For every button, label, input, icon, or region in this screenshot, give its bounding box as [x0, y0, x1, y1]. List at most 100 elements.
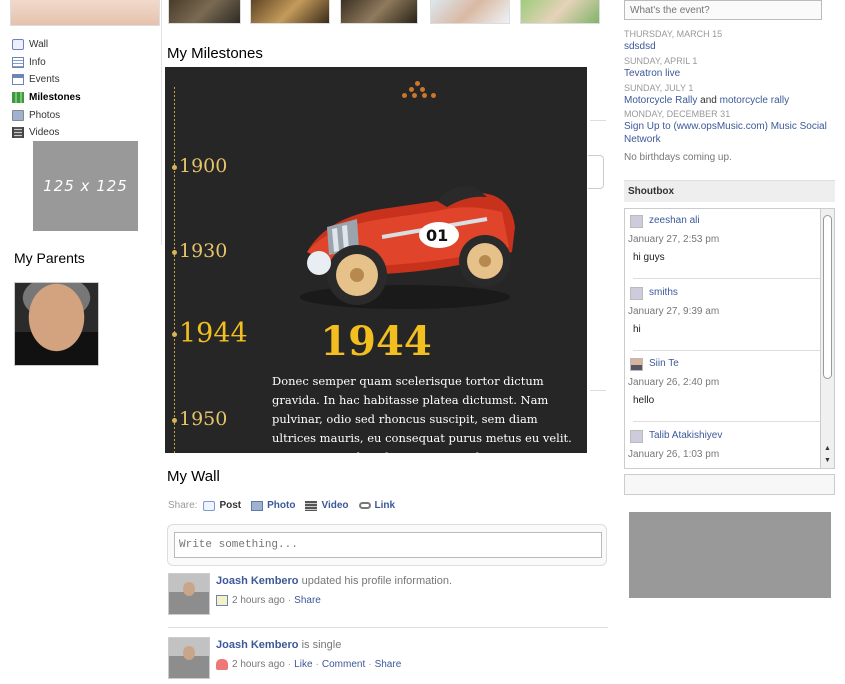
share-bar: Share: Post Photo Video Link [168, 500, 405, 511]
timeline-year[interactable]: 1950 [172, 408, 227, 430]
avatar[interactable] [168, 573, 210, 615]
share-photo-button[interactable]: Photo [251, 500, 295, 511]
event-link[interactable]: motorcycle rally [720, 95, 789, 106]
nav-item-wall[interactable]: Wall [12, 36, 81, 54]
timeline-dot [172, 249, 177, 255]
photo-thumb[interactable] [430, 0, 510, 24]
shoutbox-title: Shoutbox [624, 180, 835, 202]
separator: · [287, 595, 292, 606]
feed-meta: 2 hours ago · Share [216, 595, 321, 606]
shout-item: Siin Te January 26, 2:40 pm hello [628, 352, 821, 422]
svg-text:01: 01 [426, 226, 448, 245]
nav-item-photos[interactable]: Photos [12, 106, 81, 124]
user-avatar-icon[interactable] [630, 430, 643, 443]
shout-time: January 26, 1:03 pm [628, 449, 720, 460]
avatar[interactable] [630, 358, 643, 371]
nav-item-videos[interactable]: Videos [12, 124, 81, 142]
event-date: SUNDAY, JULY 1 [624, 83, 694, 93]
feed-meta: 2 hours ago · Like · Comment · Share [216, 659, 401, 670]
camera-icon [251, 500, 264, 511]
camera-icon [12, 109, 24, 121]
share-label: Share: [168, 500, 198, 511]
timeline-line [174, 87, 175, 453]
shout-message: hi guys [633, 252, 665, 263]
nav-label: Photos [29, 109, 61, 121]
shout-author-link[interactable]: zeeshan ali [649, 215, 700, 226]
scroll-up-arrow-icon[interactable]: ▲ [821, 443, 834, 454]
event-link[interactable]: Sign Up to (www.opsMusic.com) Music Soci… [624, 121, 827, 145]
profile-update-icon [216, 595, 228, 606]
event-date: SUNDAY, APRIL 1 [624, 56, 698, 66]
share-post-button[interactable]: Post [203, 500, 241, 511]
feed-text: Joash Kembero updated his profile inform… [216, 575, 452, 587]
feed-item: Joash Kembero is single 2 hours ago · Li… [168, 637, 606, 684]
ad-placeholder[interactable] [629, 512, 831, 598]
feed-author-link[interactable]: Joash Kembero [216, 575, 299, 587]
nav-label: Info [29, 56, 46, 68]
timeline-year[interactable]: 1900 [172, 155, 227, 177]
shout-item: Talib Atakishiyev January 26, 1:03 pm [628, 424, 820, 468]
shout-item: smiths January 27, 9:39 am hi [628, 281, 821, 351]
event-title[interactable]: sdsdsd [624, 40, 832, 53]
share-video-button[interactable]: Video [305, 500, 349, 511]
user-avatar-icon[interactable] [630, 215, 643, 228]
column-divider [161, 0, 162, 245]
scroll-down-arrow-icon[interactable]: ▼ [821, 455, 834, 467]
feed-text: Joash Kembero is single [216, 639, 341, 651]
milestones-title: My Milestones [167, 45, 263, 62]
timeline-dot [172, 417, 177, 423]
no-birthdays-text: No birthdays coming up. [624, 152, 732, 163]
info-icon [12, 56, 24, 68]
divider [633, 350, 821, 351]
post-icon [203, 500, 216, 511]
timeline-year[interactable]: 1930 [172, 240, 227, 262]
event-link[interactable]: sdsdsd [624, 41, 656, 52]
photo-thumb[interactable] [250, 0, 330, 24]
nav-item-milestones[interactable]: Milestones [12, 89, 81, 107]
event-title[interactable]: Sign Up to (www.opsMusic.com) Music Soci… [624, 120, 832, 146]
scrollbar-thumb[interactable] [823, 215, 832, 379]
shout-author-link[interactable]: Talib Atakishiyev [649, 430, 722, 441]
heart-icon [216, 659, 228, 670]
nav-item-events[interactable]: Events [12, 71, 81, 89]
event-input[interactable] [624, 0, 822, 20]
divider [590, 120, 606, 121]
status-input[interactable] [174, 532, 602, 558]
share-post-label: Post [219, 500, 242, 511]
share-link[interactable]: Share [294, 595, 321, 606]
avatar[interactable] [168, 637, 210, 679]
shout-author-link[interactable]: smiths [649, 287, 678, 298]
ad-placeholder[interactable]: 125 x 125 [33, 141, 138, 231]
photo-thumb[interactable] [340, 0, 418, 24]
profile-nav: Wall Info Events Milestones Photos Video… [12, 36, 81, 142]
nav-item-info[interactable]: Info [12, 54, 81, 72]
separator: · [287, 659, 292, 670]
shoutbox-scrollbar[interactable]: ▲ ▼ [820, 209, 834, 468]
shout-input[interactable] [624, 474, 835, 495]
photo-thumb[interactable] [168, 0, 241, 24]
event-title: Motorcycle Rally and motorcycle rally [624, 94, 832, 107]
share-link-label: Link [374, 500, 396, 511]
event-joiner: and [700, 95, 717, 106]
shout-author-link[interactable]: Siin Te [649, 358, 679, 369]
timeline-year-label: 1930 [179, 240, 228, 262]
shout-time: January 27, 2:53 pm [628, 234, 720, 245]
event-title[interactable]: Tevatron live [624, 67, 832, 80]
shoutbox[interactable]: zeeshan ali January 27, 2:53 pm hi guys … [624, 208, 835, 469]
shout-time: January 27, 9:39 am [628, 306, 720, 317]
feed-author-link[interactable]: Joash Kembero [216, 639, 299, 651]
like-link[interactable]: Like [294, 659, 312, 670]
share-link[interactable]: Share [375, 659, 402, 670]
share-link-button[interactable]: Link [358, 500, 396, 511]
parent-photo[interactable] [14, 282, 99, 366]
user-avatar-icon[interactable] [630, 287, 643, 300]
photo-thumb[interactable] [520, 0, 600, 24]
comment-link[interactable]: Comment [322, 659, 365, 670]
profile-photo[interactable] [10, 0, 160, 26]
center-column: My Milestones 1900 1930 1944 1950 01 194… [165, 0, 610, 684]
milestones-timeline[interactable]: 1900 1930 1944 1950 01 1944 Donec semper… [165, 67, 587, 453]
share-video-label: Video [321, 500, 349, 511]
photo-strip [165, 0, 610, 26]
event-link[interactable]: Motorcycle Rally [624, 95, 697, 106]
event-link[interactable]: Tevatron live [624, 68, 680, 79]
